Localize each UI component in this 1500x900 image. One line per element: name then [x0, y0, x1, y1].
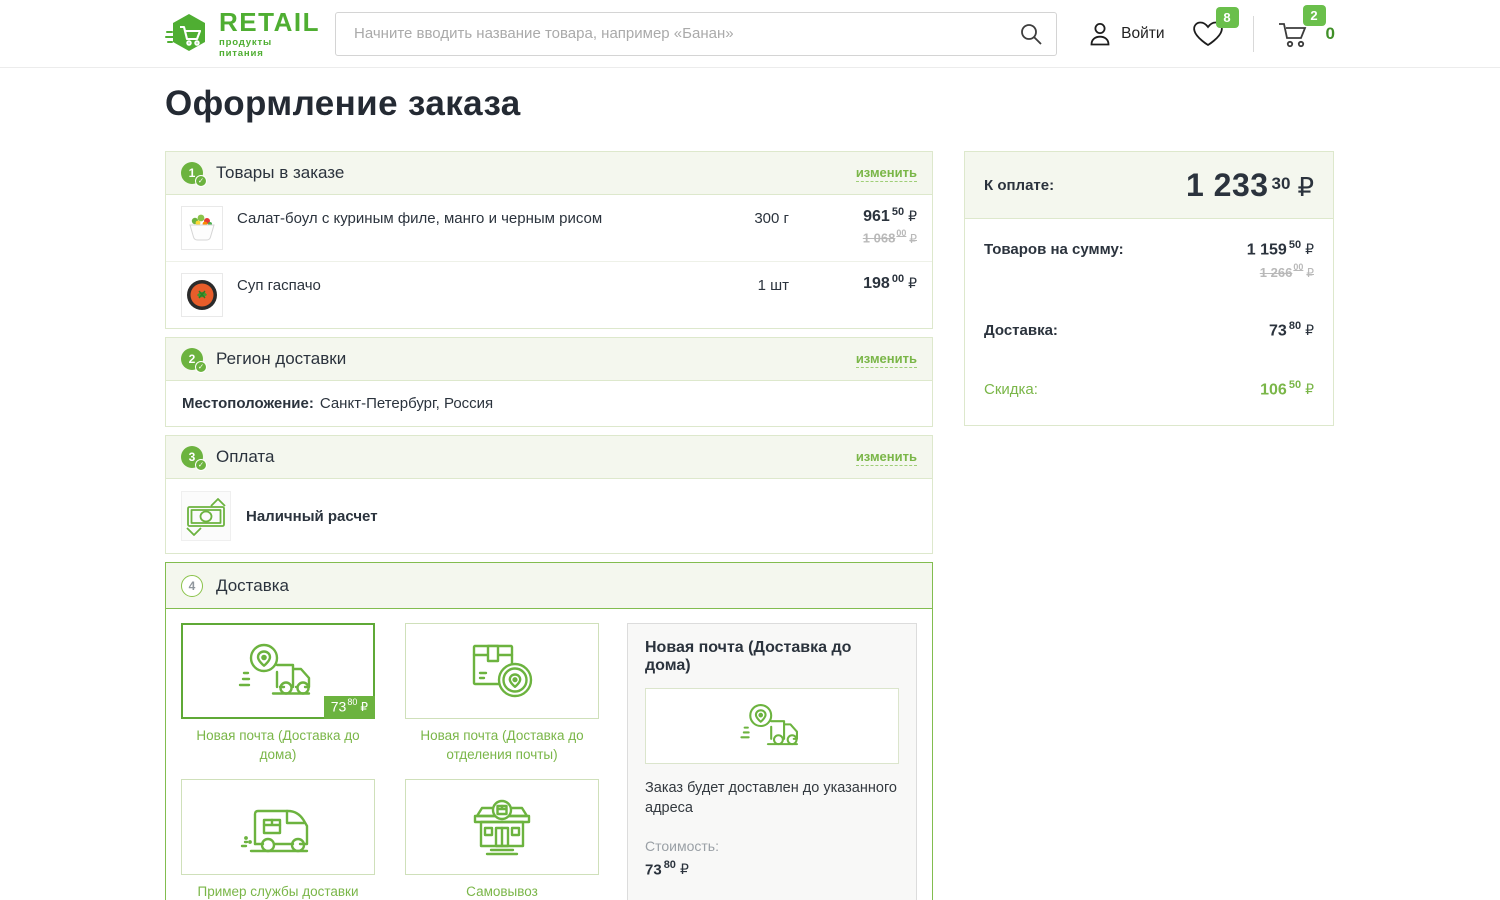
- store-building-icon: [467, 796, 537, 858]
- ruble-sign: ₽: [360, 700, 368, 714]
- search-input[interactable]: [335, 12, 1057, 56]
- section-title: Регион доставки: [216, 349, 856, 369]
- product-old-price: 1 06800₽: [789, 228, 917, 247]
- search-button[interactable]: [1011, 16, 1051, 52]
- ruble-sign: ₽: [1305, 323, 1314, 339]
- order-item-row: Суп гаспачо 1 шт 19800₽: [166, 261, 932, 328]
- cart-badge: 2: [1303, 5, 1326, 26]
- delivery-price-badge: 7380₽: [324, 696, 375, 719]
- product-quantity: 1 шт: [674, 277, 789, 294]
- ruble-sign: ₽: [909, 232, 917, 246]
- order-summary-panel: К оплате: 1 23330₽ Товаров на сумму: 1 1…: [964, 151, 1334, 426]
- change-payment-link[interactable]: изменить: [856, 449, 917, 466]
- login-label: Войти: [1121, 25, 1164, 43]
- logo[interactable]: RETAIL продукты питания: [165, 9, 315, 59]
- section-delivery-region: 2 Регион доставки изменить Местоположени…: [165, 337, 933, 427]
- delivery-sum-label: Доставка:: [984, 322, 1058, 339]
- delivery-detail-description: Заказ будет доставлен до указанного адре…: [645, 779, 899, 818]
- delivery-van-icon: [237, 798, 319, 856]
- check-icon: [195, 361, 207, 373]
- delivery-detail-title: Новая почта (Доставка до дома): [645, 639, 899, 675]
- delivery-option-label: Пример службы доставки: [181, 883, 375, 900]
- product-name: Салат-боул с куриным филе, манго и черны…: [223, 210, 674, 227]
- product-price: 96150₽: [863, 208, 917, 225]
- search-icon: [1018, 21, 1044, 47]
- delivery-cost-value: 7380₽: [645, 859, 899, 879]
- location-label: Местоположение:: [182, 395, 314, 412]
- step-3-badge: 3: [181, 446, 203, 468]
- product-name: Суп гаспачо: [223, 277, 674, 294]
- logo-subtitle: продукты питания: [219, 37, 320, 59]
- ruble-sign: ₽: [1297, 173, 1314, 203]
- change-items-link[interactable]: изменить: [856, 165, 917, 182]
- delivery-option-sample-service[interactable]: Пример службы доставки: [181, 779, 375, 900]
- product-quantity: 300 г: [674, 210, 789, 227]
- delivery-cost-label: Стоимость:: [645, 838, 899, 854]
- section-delivery-header: 4 Доставка: [166, 563, 932, 609]
- favorites-button[interactable]: 8: [1191, 19, 1225, 49]
- delivery-option-label: Новая почта (Доставка до дома): [181, 727, 375, 765]
- section-delivery-region-header: 2 Регион доставки изменить: [165, 337, 933, 381]
- step-1-badge: 1: [181, 162, 203, 184]
- check-icon: [195, 175, 207, 187]
- product-thumbnail-soup: [181, 273, 223, 317]
- section-payment-header: 3 Оплата изменить: [165, 435, 933, 479]
- section-title: Товары в заказе: [216, 163, 856, 183]
- items-sum-label: Товаров на сумму:: [984, 241, 1124, 258]
- total-due-value: 1 23330₽: [1186, 167, 1314, 204]
- delivery-option-label: Самовывоз: [405, 883, 599, 900]
- page-title: Оформление заказа: [165, 84, 1335, 124]
- ruble-sign: ₽: [1306, 266, 1314, 280]
- discount-value: 10650₽: [1260, 379, 1314, 399]
- section-title: Оплата: [216, 447, 856, 467]
- section-payment: 3 Оплата изменить: [165, 435, 933, 554]
- step-2-badge: 2: [181, 348, 203, 370]
- ruble-sign: ₽: [1305, 382, 1314, 398]
- section-delivery: 4 Доставка: [165, 562, 933, 900]
- cart-button[interactable]: 2: [1276, 17, 1312, 51]
- delivery-detail-panel: Новая почта (Доставка до дома): [627, 623, 917, 900]
- login-button[interactable]: Войти: [1087, 20, 1164, 48]
- user-icon: [1087, 20, 1113, 48]
- check-icon: [195, 459, 207, 471]
- ruble-sign: ₽: [680, 862, 689, 878]
- product-price: 19800₽: [863, 275, 917, 292]
- ruble-sign: ₽: [908, 209, 917, 225]
- delivery-option-home[interactable]: 7380₽ Новая почта (Доставка до дома): [181, 623, 375, 779]
- ruble-sign: ₽: [908, 276, 917, 292]
- header-bar: RETAIL продукты питания: [0, 0, 1500, 68]
- logo-title: RETAIL: [219, 9, 320, 35]
- search-bar: [335, 12, 1057, 56]
- parcel-with-pin-icon: [466, 640, 538, 702]
- delivery-option-post-office[interactable]: Новая почта (Доставка до отделения почты…: [405, 623, 599, 779]
- cash-icon: [181, 491, 231, 541]
- favorites-badge: 8: [1216, 7, 1239, 28]
- items-sum-old-value: 1 26600₽: [1260, 264, 1314, 281]
- logo-basket-icon: [165, 11, 211, 57]
- items-sum-value: 1 15950₽: [1247, 239, 1314, 259]
- header-divider: [1253, 16, 1254, 52]
- payment-method-label: Наличный расчет: [246, 508, 378, 525]
- change-region-link[interactable]: изменить: [856, 351, 917, 368]
- discount-label: Скидка:: [984, 381, 1038, 398]
- order-item-row: Салат-боул с куриным филе, манго и черны…: [166, 195, 932, 261]
- delivery-option-label: Новая почта (Доставка до отделения почты…: [405, 727, 599, 765]
- total-due-label: К оплате:: [984, 177, 1054, 194]
- delivery-sum-value: 7380₽: [1269, 320, 1314, 340]
- section-order-items: 1 Товары в заказе изменить: [165, 151, 933, 329]
- section-order-items-header: 1 Товары в заказе изменить: [165, 151, 933, 195]
- cart-total: 0: [1326, 24, 1335, 44]
- step-4-badge: 4: [181, 575, 203, 597]
- ruble-sign: ₽: [1305, 242, 1314, 258]
- truck-with-pin-icon: [645, 688, 899, 764]
- location-value: Санкт-Петербург, Россия: [320, 395, 493, 412]
- truck-with-pin-icon: [237, 641, 319, 701]
- product-thumbnail-salad: [181, 206, 223, 250]
- section-title: Доставка: [216, 576, 917, 596]
- delivery-option-pickup[interactable]: Самовывоз: [405, 779, 599, 900]
